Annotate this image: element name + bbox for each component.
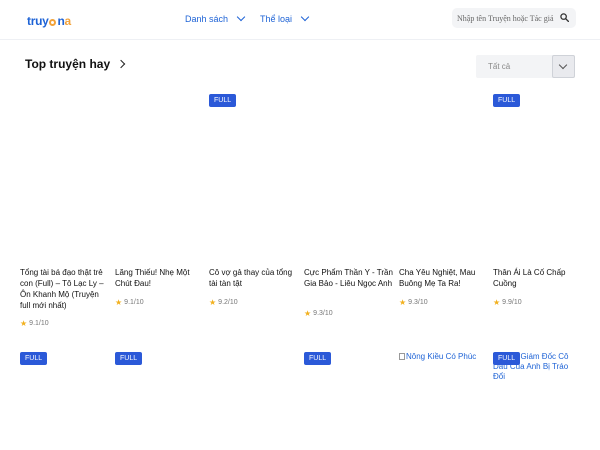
star-icon: ★	[209, 298, 217, 307]
full-badge: FULL	[493, 94, 521, 107]
story-rating: ★ 9.9/10	[493, 298, 522, 307]
story-cover-broken-image[interactable]: Nông Kiều Có Phúc	[399, 352, 483, 362]
star-icon: ★	[399, 298, 407, 307]
story-title[interactable]: Cô vợ gả thay của tổng tài tàn tật	[209, 267, 299, 289]
story-title[interactable]: Cha Yêu Nghiệt, Mau Buông Mẹ Ta Ra!	[399, 267, 489, 289]
logo-text-tail: a	[64, 14, 72, 28]
section-title[interactable]: Top truyện hay	[25, 57, 126, 71]
full-badge: FULL	[304, 352, 332, 365]
star-icon: ★	[493, 298, 501, 307]
nav-label: Danh sách	[185, 14, 229, 24]
story-rating: ★ 9.3/10	[304, 309, 333, 318]
full-badge: FULL	[493, 352, 521, 365]
chevron-right-icon	[116, 59, 126, 69]
story-rating: ★ 9.2/10	[209, 298, 238, 307]
rating-value: 9.3/10	[408, 299, 428, 306]
story-title[interactable]: Lăng Thiếu! Nhẹ Một Chút Đau!	[115, 267, 205, 289]
rating-value: 9.3/10	[313, 310, 333, 317]
search-icon[interactable]	[560, 13, 569, 22]
star-icon: ★	[115, 298, 123, 307]
cover-alt-text: Nông Kiều Có Phúc	[406, 352, 477, 361]
logo-text-prefix: truy	[27, 14, 49, 28]
star-icon: ★	[304, 309, 312, 318]
rating-value: 9.2/10	[218, 299, 238, 306]
full-badge: FULL	[115, 352, 143, 365]
story-title[interactable]: Tổng tài bá đạo thật trẻ con (Full) – Tô…	[20, 267, 110, 311]
chevron-down-icon	[300, 12, 310, 22]
story-title[interactable]: Thân Ái Là Cố Chấp Cuồng	[493, 267, 583, 289]
logo-o-mark-icon	[49, 18, 57, 26]
full-badge: FULL	[209, 94, 237, 107]
rating-value: 9.9/10	[502, 299, 522, 306]
star-icon: ★	[20, 319, 28, 328]
search-box	[452, 8, 576, 28]
story-rating: ★ 9.1/10	[20, 319, 49, 328]
nav-the-loai[interactable]: Thể loại	[260, 12, 310, 26]
nav-label: Thể loại	[260, 14, 293, 24]
chevron-down-icon	[558, 60, 568, 70]
logo-text-suffix: n	[57, 14, 65, 28]
rating-value: 9.1/10	[29, 320, 49, 327]
site-logo[interactable]: truy n a	[27, 13, 71, 29]
filter-selected-value: Tất cả	[488, 62, 511, 71]
filter-select[interactable]: Tất cả	[476, 55, 575, 78]
broken-image-icon	[399, 353, 405, 360]
story-rating: ★ 9.3/10	[399, 298, 428, 307]
search-input[interactable]	[457, 11, 561, 25]
story-title[interactable]: Cực Phẩm Thần Y - Trần Gia Bảo - Liêu Ng…	[304, 267, 394, 289]
filter-dropdown-button[interactable]	[552, 55, 575, 78]
chevron-down-icon	[236, 12, 246, 22]
nav-danh-sach[interactable]: Danh sách	[185, 12, 246, 26]
rating-value: 9.1/10	[124, 299, 144, 306]
section-title-text: Top truyện hay	[25, 57, 111, 71]
full-badge: FULL	[20, 352, 48, 365]
story-rating: ★ 9.1/10	[115, 298, 144, 307]
top-header: truy n a Danh sách Thể loại	[0, 0, 600, 40]
